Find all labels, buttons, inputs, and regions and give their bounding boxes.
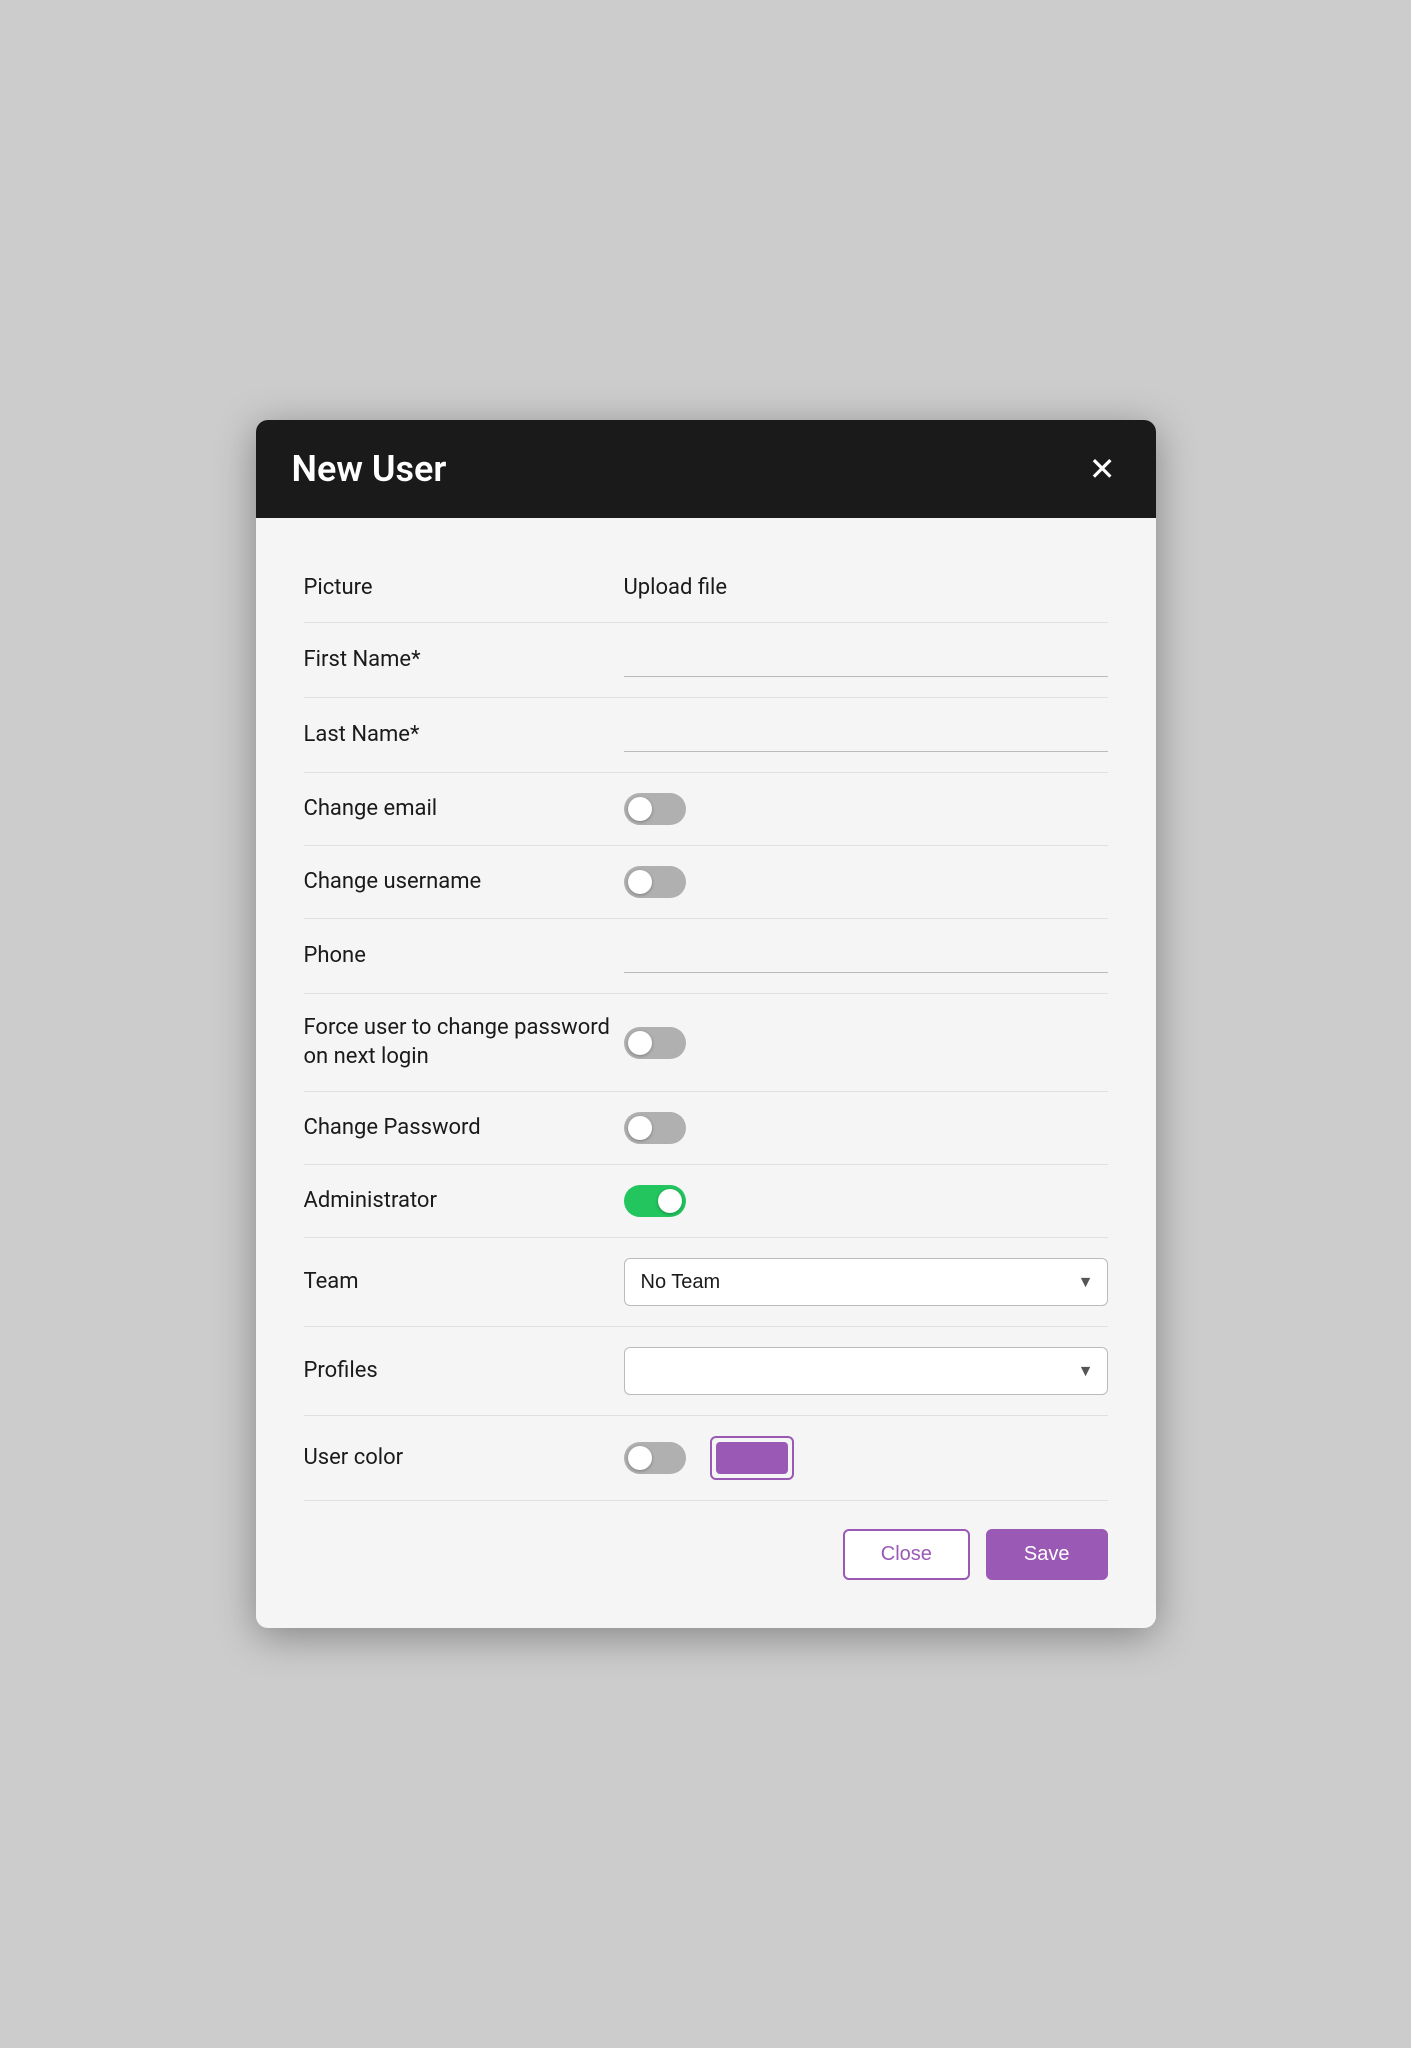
force-change-password-row: Force user to change password on next lo… — [304, 994, 1108, 1092]
modal-header: New User ✕ — [256, 420, 1156, 518]
force-change-password-toggle[interactable] — [624, 1027, 686, 1059]
picture-row: Picture Upload file — [304, 554, 1108, 624]
modal-body: Picture Upload file First Name* Last Nam… — [256, 518, 1156, 1629]
team-label: Team — [304, 1268, 624, 1297]
upload-file-link[interactable]: Upload file — [624, 575, 728, 600]
first-name-label: First Name* — [304, 646, 624, 675]
profiles-control: ▼ — [624, 1347, 1108, 1395]
change-password-toggle[interactable] — [624, 1112, 686, 1144]
user-color-control — [624, 1436, 1108, 1480]
color-swatch-wrapper[interactable] — [710, 1436, 794, 1480]
change-email-toggle[interactable] — [624, 793, 686, 825]
force-change-password-control — [624, 1027, 1108, 1059]
new-user-modal: New User ✕ Picture Upload file First Nam… — [256, 420, 1156, 1629]
close-button[interactable]: Close — [843, 1529, 970, 1580]
close-icon-button[interactable]: ✕ — [1085, 449, 1120, 489]
change-username-track — [624, 866, 686, 898]
team-control: No Team Team A Team B ▼ — [624, 1258, 1108, 1306]
change-email-track — [624, 793, 686, 825]
color-swatch — [716, 1442, 788, 1474]
change-email-control — [624, 793, 1108, 825]
save-button[interactable]: Save — [986, 1529, 1108, 1580]
change-password-knob — [628, 1116, 652, 1140]
administrator-control — [624, 1185, 1108, 1217]
force-change-password-track — [624, 1027, 686, 1059]
change-username-row: Change username — [304, 846, 1108, 919]
team-select[interactable]: No Team Team A Team B — [624, 1258, 1108, 1306]
first-name-control — [624, 643, 1108, 677]
picture-label: Picture — [304, 574, 624, 603]
administrator-toggle[interactable] — [624, 1185, 686, 1217]
change-email-label: Change email — [304, 795, 624, 824]
user-color-track — [624, 1442, 686, 1474]
modal-title: New User — [292, 448, 447, 490]
administrator-track — [624, 1185, 686, 1217]
picture-control: Upload file — [624, 575, 1108, 600]
user-color-toggle[interactable] — [624, 1442, 686, 1474]
administrator-row: Administrator — [304, 1165, 1108, 1238]
change-password-track — [624, 1112, 686, 1144]
profiles-label: Profiles — [304, 1357, 624, 1386]
force-change-password-label: Force user to change password on next lo… — [304, 1014, 624, 1071]
user-color-row: User color — [304, 1416, 1108, 1501]
change-password-row: Change Password — [304, 1092, 1108, 1165]
administrator-knob — [658, 1189, 682, 1213]
profiles-select[interactable] — [624, 1347, 1108, 1395]
profiles-row: Profiles ▼ — [304, 1327, 1108, 1416]
administrator-label: Administrator — [304, 1187, 624, 1216]
user-color-label: User color — [304, 1444, 624, 1473]
phone-row: Phone — [304, 919, 1108, 994]
change-username-toggle[interactable] — [624, 866, 686, 898]
first-name-input[interactable] — [624, 643, 1108, 677]
last-name-label: Last Name* — [304, 721, 624, 750]
change-email-knob — [628, 797, 652, 821]
phone-label: Phone — [304, 942, 624, 971]
modal-footer: Close Save — [304, 1501, 1108, 1580]
profiles-select-wrapper: ▼ — [624, 1347, 1108, 1395]
change-username-label: Change username — [304, 868, 624, 897]
last-name-row: Last Name* — [304, 698, 1108, 773]
change-email-row: Change email — [304, 773, 1108, 846]
change-password-label: Change Password — [304, 1114, 624, 1143]
phone-control — [624, 939, 1108, 973]
last-name-control — [624, 718, 1108, 752]
user-color-inner — [624, 1436, 1108, 1480]
change-password-control — [624, 1112, 1108, 1144]
team-select-wrapper: No Team Team A Team B ▼ — [624, 1258, 1108, 1306]
force-change-password-knob — [628, 1031, 652, 1055]
change-username-control — [624, 866, 1108, 898]
phone-input[interactable] — [624, 939, 1108, 973]
team-row: Team No Team Team A Team B ▼ — [304, 1238, 1108, 1327]
first-name-row: First Name* — [304, 623, 1108, 698]
last-name-input[interactable] — [624, 718, 1108, 752]
user-color-knob — [628, 1446, 652, 1470]
change-username-knob — [628, 870, 652, 894]
